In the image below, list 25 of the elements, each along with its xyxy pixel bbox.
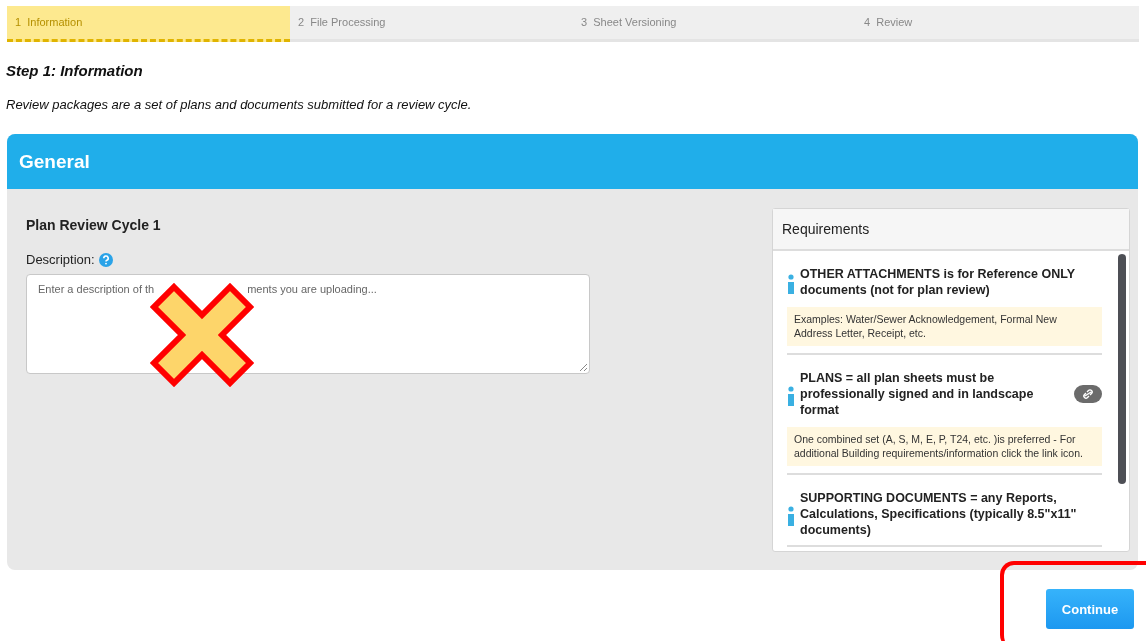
help-icon[interactable] — [98, 252, 113, 267]
wizard-step[interactable]: 2 File Processing — [290, 6, 573, 39]
info-icon — [787, 274, 795, 294]
info-icon — [787, 506, 795, 526]
wizard-step[interactable]: 1 Information — [7, 6, 290, 42]
description-label: Description: — [26, 252, 95, 267]
placeholder-text: Enter a description of th — [38, 283, 155, 295]
cycle-title: Plan Review Cycle 1 — [26, 217, 162, 233]
step-heading: Step 1: Information — [6, 62, 144, 79]
resize-grip-icon — [579, 363, 587, 371]
placeholder-text: ments you are uploading... — [247, 283, 377, 295]
link-icon[interactable] — [1074, 385, 1102, 403]
continue-button[interactable]: Continue — [1046, 589, 1134, 629]
requirement-note: Examples: Water/Sewer Acknowledgement, Formal New Address Letter, Receipt, etc. — [787, 307, 1102, 346]
intro-text: Review packages are a set of plans and documents submitted for a review cycle. — [6, 97, 473, 112]
requirement-note: One combined set (A, S, M, E, P, T24, etc. )is preferred - For additional Building requirements/information click the link icon. — [787, 427, 1102, 466]
requirements-title: Requirements — [782, 221, 870, 237]
wizard-step[interactable]: 4 Review — [856, 6, 1139, 39]
scrollbar[interactable] — [1118, 254, 1126, 484]
requirement-title: SUPPORTING DOCUMENTS = any Reports, Calculations, Specifications (typically 8.5"x11" documents) — [800, 490, 1078, 538]
wizard-step[interactable]: 3 Sheet Versioning — [573, 6, 856, 39]
requirement-title: OTHER ATTACHMENTS is for Reference ONLY documents (not for plan review) — [800, 266, 1076, 298]
info-icon — [787, 386, 795, 406]
requirement-title: PLANS = all plan sheets must be professionally signed and in landscape format — [800, 370, 1035, 418]
panel-title: General — [19, 150, 90, 173]
